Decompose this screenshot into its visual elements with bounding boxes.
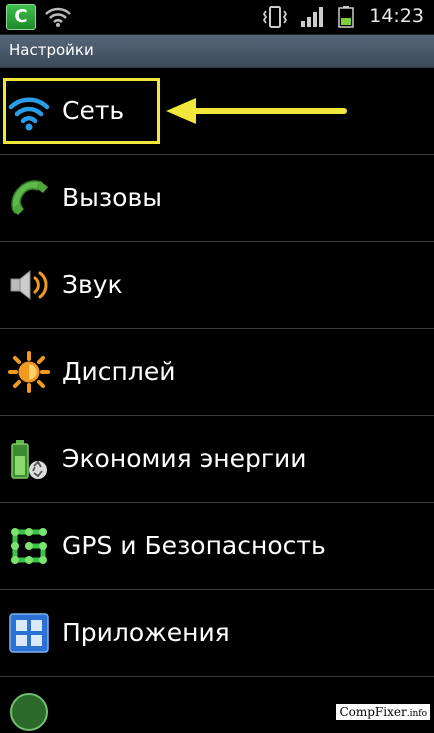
speaker-icon: [10, 269, 48, 301]
settings-item-label: Звук: [62, 270, 123, 299]
notification-app-letter: C: [14, 6, 28, 27]
settings-item-label: Вызовы: [62, 183, 162, 212]
battery-saver-icon: [11, 440, 47, 479]
signal-icon: [301, 7, 323, 27]
settings-item-calls[interactable]: Вызовы: [0, 155, 434, 242]
battery-icon: [338, 6, 354, 28]
settings-list: Сеть Вызовы Звук Дисплей Экономия энерги…: [0, 68, 434, 731]
security-pattern-icon: [11, 528, 47, 564]
settings-item-display[interactable]: Дисплей: [0, 329, 434, 416]
settings-item-label: Экономия энергии: [62, 444, 307, 473]
brightness-icon: [8, 351, 50, 393]
settings-item-label: Приложения: [62, 618, 230, 647]
vibrate-icon: [262, 6, 288, 28]
settings-item-applications[interactable]: Приложения: [0, 590, 434, 677]
watermark: CompFixer.info: [336, 704, 430, 720]
settings-item-label: GPS и Безопасность: [62, 531, 326, 560]
arrow-left-icon: [166, 98, 347, 124]
watermark-suffix: .info: [406, 709, 427, 719]
status-bar: C 14:23: [0, 0, 434, 35]
notification-app-icon[interactable]: C: [6, 4, 36, 30]
phone-icon: [11, 180, 48, 215]
settings-item-label: Дисплей: [62, 357, 176, 386]
partial-item-icon: [10, 693, 48, 731]
wifi-icon: [45, 7, 71, 27]
page-title: Настройки: [9, 41, 94, 59]
settings-item-gps-security[interactable]: GPS и Безопасность: [0, 503, 434, 590]
apps-grid-icon: [9, 613, 49, 653]
clock-time: 14:23: [369, 5, 424, 27]
watermark-text: CompFixer: [339, 705, 407, 719]
title-bar: Настройки: [0, 35, 434, 68]
settings-item-network[interactable]: Сеть: [0, 68, 434, 155]
settings-item-sound[interactable]: Звук: [0, 242, 434, 329]
highlight-box: [3, 78, 160, 144]
settings-item-power-saving[interactable]: Экономия энергии: [0, 416, 434, 503]
